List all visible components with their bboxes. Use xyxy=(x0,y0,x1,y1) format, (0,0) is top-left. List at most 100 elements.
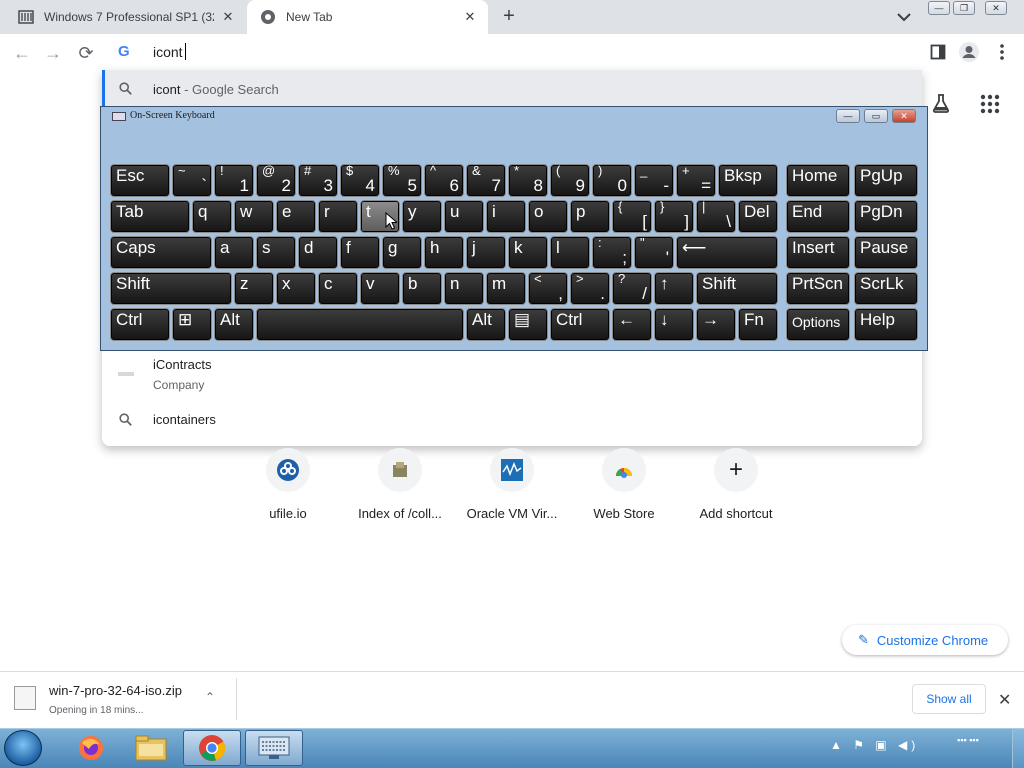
key-sym4-7[interactable]: ← xyxy=(612,308,652,341)
key-b[interactable]: b xyxy=(402,272,442,305)
key-sym3-8[interactable]: <, xyxy=(528,272,568,305)
osk-minimize-button[interactable]: — xyxy=(836,109,860,123)
key-w[interactable]: w xyxy=(234,200,274,233)
key-esc[interactable]: Esc xyxy=(110,164,170,197)
key-ctrl[interactable]: Ctrl xyxy=(110,308,170,341)
tab-new-tab[interactable]: New Tab ✕ xyxy=(247,0,488,34)
chevron-up-icon[interactable]: ⌃ xyxy=(205,690,215,704)
key-sym2-12[interactable]: ⟵ xyxy=(676,236,778,269)
key-h[interactable]: h xyxy=(424,236,464,269)
key-pgup[interactable]: PgUp xyxy=(854,164,918,197)
system-tray[interactable]: ▲ ⚑ ▣ ◀) xyxy=(830,738,919,752)
key-shift[interactable]: Shift xyxy=(110,272,232,305)
key-u[interactable]: u xyxy=(444,200,484,233)
back-button[interactable]: ← xyxy=(11,42,33,64)
key-sym3-10[interactable]: ? / xyxy=(612,272,652,305)
key-pgdn[interactable]: PgDn xyxy=(854,200,918,233)
key-8[interactable]: * 8 xyxy=(508,164,548,197)
key-insert[interactable]: Insert xyxy=(786,236,850,269)
key-0[interactable]: ) 0 xyxy=(592,164,632,197)
chrome-menu-icon[interactable] xyxy=(999,43,1005,61)
key-end[interactable]: End xyxy=(786,200,850,233)
show-desktop-button[interactable] xyxy=(1012,729,1024,768)
key-9[interactable]: (9 xyxy=(550,164,590,197)
forward-button[interactable]: → xyxy=(42,42,64,64)
key-4[interactable]: $4 xyxy=(340,164,380,197)
reload-button[interactable]: ⟳ xyxy=(75,42,97,64)
key-2[interactable]: @2 xyxy=(256,164,296,197)
key-z[interactable]: z xyxy=(234,272,274,305)
key-alt[interactable]: Alt xyxy=(466,308,506,341)
key-sym1-13[interactable]: | \ xyxy=(696,200,736,233)
key-y[interactable]: y xyxy=(402,200,442,233)
key-prtscn[interactable]: PrtScn xyxy=(786,272,850,305)
key-space[interactable] xyxy=(256,308,464,341)
key-shift[interactable]: Shift xyxy=(696,272,778,305)
key-k[interactable]: k xyxy=(508,236,548,269)
suggestion-icontracts[interactable] xyxy=(102,352,922,396)
osk-close-button[interactable]: ✕ xyxy=(892,109,916,123)
key-6[interactable]: ^ 6 xyxy=(424,164,464,197)
window-minimize-button[interactable]: — xyxy=(928,1,950,15)
taskbar-firefox[interactable] xyxy=(62,730,120,766)
key-sym3-9[interactable]: >. xyxy=(570,272,610,305)
profile-avatar-icon[interactable] xyxy=(958,41,980,63)
omnibox[interactable] xyxy=(102,34,922,70)
side-panel-icon[interactable] xyxy=(930,44,946,60)
key-sym0-12[interactable]: _ - xyxy=(634,164,674,197)
key-caps[interactable]: Caps xyxy=(110,236,212,269)
key-o[interactable]: o xyxy=(528,200,568,233)
omnibox-input[interactable]: icont xyxy=(153,44,183,60)
shortcut-web-store[interactable]: Web Store xyxy=(568,448,680,528)
tab-close-icon[interactable]: ✕ xyxy=(220,9,236,25)
key-5[interactable]: % 5 xyxy=(382,164,422,197)
key-q[interactable]: q xyxy=(192,200,232,233)
key-c[interactable]: c xyxy=(318,272,358,305)
key-sym3-11[interactable]: ↑ xyxy=(654,272,694,305)
key-v[interactable]: v xyxy=(360,272,400,305)
taskbar-osk[interactable] xyxy=(245,730,303,766)
key-sym1-11[interactable]: {[ xyxy=(612,200,652,233)
new-tab-button[interactable]: + xyxy=(497,6,521,27)
key-scrlk[interactable]: ScrLk xyxy=(854,272,918,305)
key-sym2-10[interactable]: :; xyxy=(592,236,632,269)
tab-search-chevron-icon[interactable] xyxy=(895,9,913,25)
key-e[interactable]: e xyxy=(276,200,316,233)
shortcut-ufile[interactable]: ufile.io xyxy=(232,448,344,528)
key-n[interactable]: n xyxy=(444,272,484,305)
key-home[interactable]: Home xyxy=(786,164,850,197)
key-pause[interactable]: Pause xyxy=(854,236,918,269)
key-m[interactable]: m xyxy=(486,272,526,305)
taskbar-explorer[interactable] xyxy=(122,730,180,766)
key-tab[interactable]: Tab xyxy=(110,200,190,233)
key-ctrl[interactable]: Ctrl xyxy=(550,308,610,341)
key-7[interactable]: & 7 xyxy=(466,164,506,197)
key-1[interactable]: ! 1 xyxy=(214,164,254,197)
google-apps-grid-icon[interactable] xyxy=(979,93,1001,115)
key-sym0-1[interactable]: ~ ` xyxy=(172,164,212,197)
window-restore-button[interactable]: ❐ xyxy=(953,1,975,15)
tab-close-icon[interactable]: ✕ xyxy=(462,9,478,25)
key-help[interactable]: Help xyxy=(854,308,918,341)
key-options[interactable]: Options xyxy=(786,308,850,341)
close-download-bar-icon[interactable]: ✕ xyxy=(998,690,1011,710)
key-x[interactable]: x xyxy=(276,272,316,305)
key-3[interactable]: #3 xyxy=(298,164,338,197)
labs-flask-icon[interactable] xyxy=(930,92,952,114)
key-p[interactable]: p xyxy=(570,200,610,233)
shortcut-add[interactable]: + Add shortcut xyxy=(680,448,792,528)
key-f[interactable]: f xyxy=(340,236,380,269)
shortcut-oracle-vm[interactable]: Oracle VM Vir... xyxy=(456,448,568,528)
key-l[interactable]: l xyxy=(550,236,590,269)
osk-restore-button[interactable]: ▭ xyxy=(864,109,888,123)
tab-windows7[interactable]: Windows 7 Professional SP1 (32 bi ✕ xyxy=(0,0,246,34)
key-bksp[interactable]: Bksp xyxy=(718,164,778,197)
key-g[interactable]: g xyxy=(382,236,422,269)
key-i[interactable]: i xyxy=(486,200,526,233)
key-alt[interactable]: Alt xyxy=(214,308,254,341)
customize-chrome-button[interactable]: ✎ Customize Chrome xyxy=(842,625,1008,655)
key-sym0-13[interactable]: + = xyxy=(676,164,716,197)
key-d[interactable]: d xyxy=(298,236,338,269)
window-close-button[interactable]: ✕ xyxy=(985,1,1007,15)
key-fn[interactable]: Fn xyxy=(738,308,778,341)
